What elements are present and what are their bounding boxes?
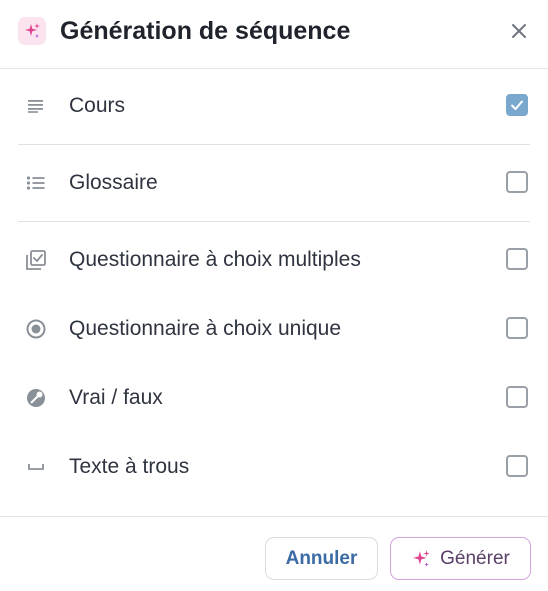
section-divider (18, 144, 530, 145)
option-row-cours[interactable]: Cours (0, 84, 548, 128)
option-row-texte-a-trous[interactable]: Texte à trous (0, 445, 548, 489)
blank-space-icon (25, 456, 47, 478)
option-checkbox-qcm[interactable] (506, 248, 528, 270)
dialog-header: Génération de séquence (0, 0, 548, 69)
option-label: Questionnaire à choix unique (69, 317, 342, 340)
sparkles-icon (18, 17, 46, 45)
check-icon (511, 100, 523, 110)
stacked-checkbox-icon (25, 249, 47, 271)
generate-button-label: Générer (440, 547, 510, 569)
section-divider (18, 221, 530, 222)
option-row-qcu[interactable]: Questionnaire à choix unique (0, 307, 548, 351)
option-label: Glossaire (69, 171, 158, 194)
generate-button[interactable]: Générer (390, 537, 531, 580)
option-label: Questionnaire à choix multiples (69, 248, 361, 271)
option-label: Texte à trous (69, 455, 190, 478)
footer-divider (0, 516, 548, 517)
option-checkbox-cours[interactable] (506, 94, 528, 116)
option-label: Cours (69, 94, 126, 117)
option-checkbox-vrai-faux[interactable] (506, 386, 528, 408)
dialog-title: Génération de séquence (60, 17, 351, 45)
half-circle-icon (25, 387, 47, 409)
option-checkbox-glossaire[interactable] (506, 171, 528, 193)
radio-button-icon (25, 318, 47, 340)
option-label: Vrai / faux (69, 386, 163, 409)
option-checkbox-qcu[interactable] (506, 317, 528, 339)
option-checkbox-texte-a-trous[interactable] (506, 455, 528, 477)
close-icon[interactable] (508, 20, 530, 42)
option-row-qcm[interactable]: Questionnaire à choix multiples (0, 238, 548, 282)
sequence-generation-dialog: Génération de séquence Cours Glossaire Q… (0, 0, 548, 591)
cancel-button-label: Annuler (285, 547, 358, 569)
option-row-vrai-faux[interactable]: Vrai / faux (0, 376, 548, 420)
cancel-button[interactable]: Annuler (265, 537, 378, 580)
sparkles-icon (411, 549, 431, 569)
option-row-glossaire[interactable]: Glossaire (0, 161, 548, 205)
bullet-list-icon (25, 172, 47, 194)
lines-icon (25, 95, 47, 117)
